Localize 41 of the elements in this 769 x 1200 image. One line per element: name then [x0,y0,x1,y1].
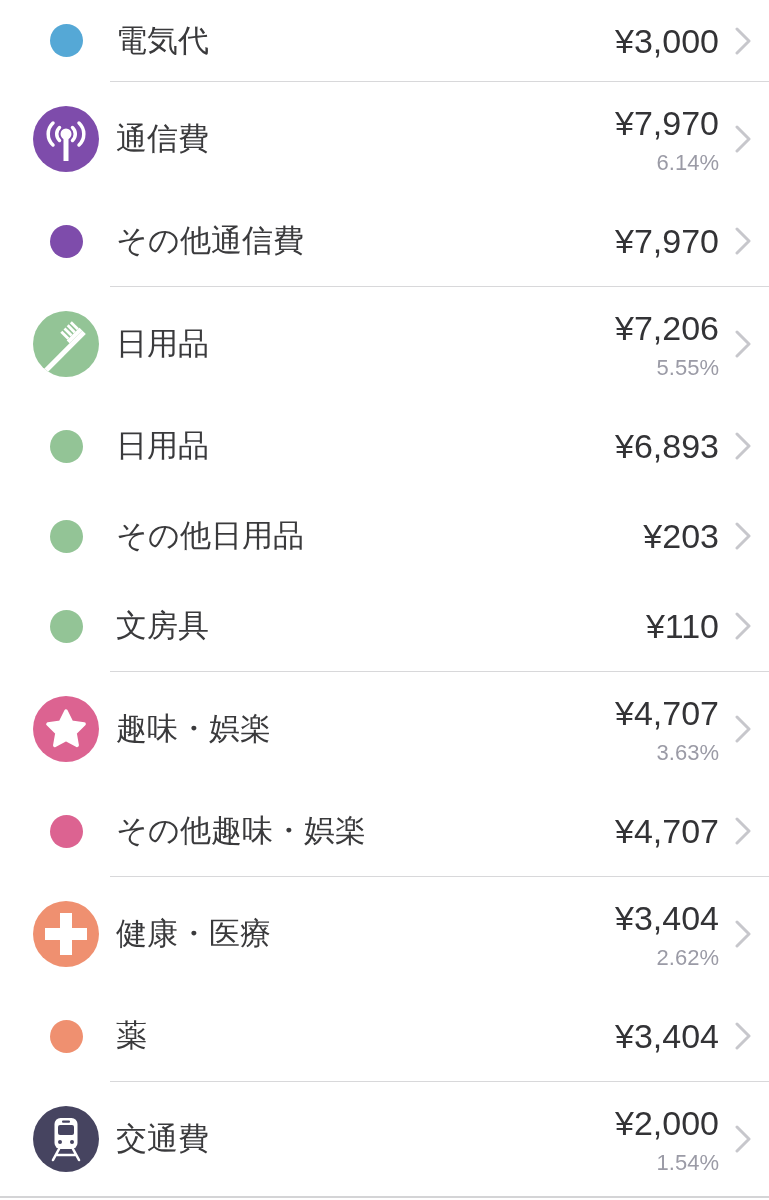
amount-text: ¥3,000 [615,20,719,61]
amount-text: ¥4,707 [615,811,719,851]
subcategory-label: 電気代 [116,21,210,60]
amount-text: ¥7,970 [615,221,719,261]
category-label: 通信費 [116,120,210,158]
category-label: 趣味・娯楽 [116,710,272,748]
chevron-right-icon [735,1022,751,1050]
amount-text: ¥110 [645,606,719,646]
chevron-right-icon [735,1125,751,1153]
subcategory-label: 日用品 [116,427,210,465]
percentage-text: 1.54% [656,1149,719,1176]
subcategory-label: その他日用品 [116,517,305,555]
category-label: 交通費 [116,1120,210,1158]
subcategory-label: その他趣味・娯楽 [116,812,367,850]
chevron-right-icon [735,715,751,743]
amount-text: ¥3,404 [615,897,719,938]
chevron-right-icon [735,26,751,55]
amount-text: ¥203 [643,516,719,556]
percentage-text: 6.14% [656,149,719,176]
chevron-right-icon [735,227,751,255]
chevron-right-icon [735,920,751,948]
chevron-right-icon [735,330,751,358]
category-label: 日用品 [116,325,210,363]
amount-text: ¥7,206 [615,307,719,348]
amount-text: ¥7,970 [615,102,719,143]
amount-text: ¥4,707 [615,692,719,733]
subcategory-label: 文房具 [116,607,210,645]
subcategory-label: その他通信費 [116,222,305,260]
category-label: 健康・医療 [116,915,272,953]
percentage-text: 3.63% [656,739,719,766]
amount-text: ¥2,000 [615,1102,719,1143]
chevron-right-icon [735,522,751,550]
chevron-right-icon [735,432,751,460]
amount-text: ¥3,404 [615,1016,719,1056]
chevron-right-icon [735,125,751,153]
percentage-text: 2.62% [656,944,719,971]
amount-text: ¥6,893 [615,426,719,466]
chevron-right-icon [735,817,751,845]
subcategory-label: 薬 [116,1017,148,1055]
chevron-right-icon [735,612,751,640]
percentage-text: 5.55% [656,354,719,381]
